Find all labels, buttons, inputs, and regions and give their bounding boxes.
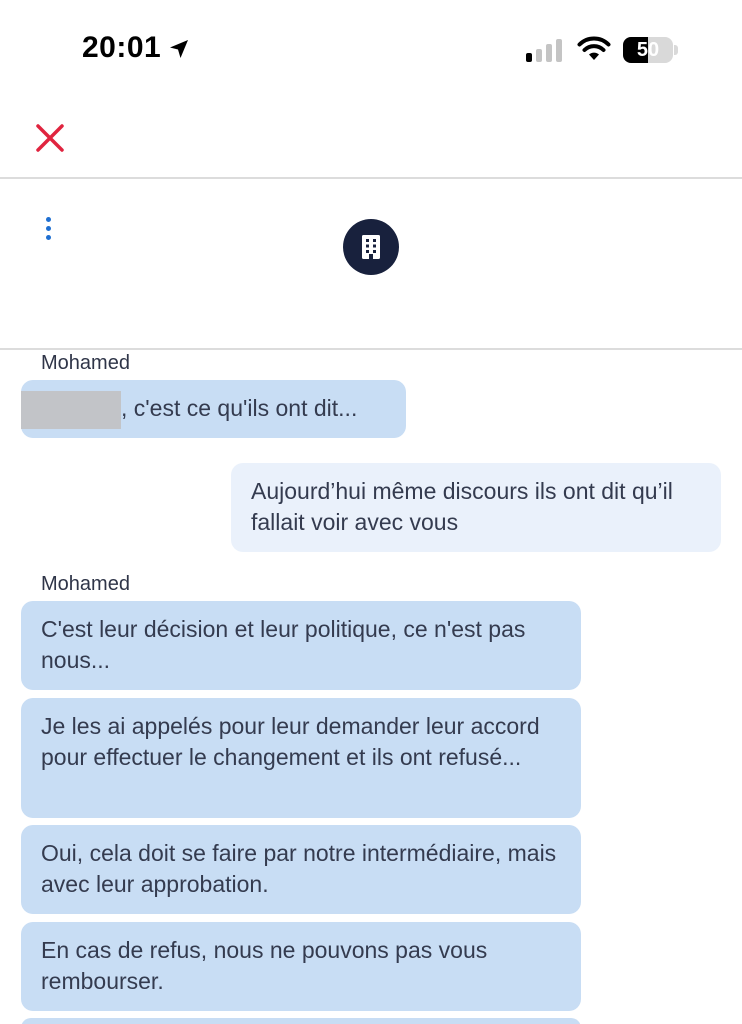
- close-x-icon: [36, 124, 64, 152]
- message-bubble-incoming[interactable]: C'est leur décision et leur politique, c…: [21, 601, 581, 690]
- message-text: Oui, cela doit se faire par notre interm…: [41, 840, 557, 897]
- message-bubble-outgoing[interactable]: Aujourd’hui même discours ils ont dit qu…: [231, 463, 721, 552]
- close-button[interactable]: [30, 118, 70, 158]
- status-time: 20:01: [82, 31, 162, 64]
- battery-percent: 50: [636, 38, 660, 61]
- message-bubble-incoming[interactable]: Oui, cela doit se faire par notre interm…: [21, 825, 581, 914]
- message-text: Je les ai appelés pour leur demander leu…: [41, 713, 540, 770]
- top-divider: [0, 177, 742, 179]
- wifi-icon: [577, 36, 611, 60]
- battery-tip: [674, 45, 678, 55]
- cellular-signal-icon: [526, 38, 562, 62]
- message-bubble-incoming[interactable]: , c'est ce qu'ils ont dit...: [21, 380, 406, 438]
- battery-icon: 50: [623, 37, 673, 63]
- status-clock: 20:01: [82, 31, 191, 65]
- location-arrow-icon: [170, 40, 189, 58]
- message-bubble-incoming[interactable]: Je les ai appelés pour leur demander leu…: [21, 698, 581, 818]
- message-sender: Mohamed: [41, 352, 130, 374]
- message-sender: Mohamed: [41, 573, 130, 595]
- message-text: En cas de refus, nous ne pouvons pas vou…: [41, 937, 488, 994]
- more-options-button[interactable]: [36, 208, 60, 248]
- message-bubble-incoming[interactable]: En cas de refus, nous ne pouvons pas vou…: [21, 922, 581, 1011]
- building-icon: [362, 235, 380, 259]
- status-bar: 20:01 50: [0, 0, 742, 100]
- company-avatar: [343, 219, 399, 275]
- message-text: Aujourd’hui même discours ils ont dit qu…: [251, 478, 673, 535]
- more-vertical-icon: [45, 216, 51, 222]
- message-bubble-incoming[interactable]: [21, 1018, 581, 1024]
- message-text: C'est leur décision et leur politique, c…: [41, 616, 526, 673]
- redacted-name: [21, 390, 121, 429]
- message-text: , c'est ce qu'ils ont dit...: [121, 395, 358, 421]
- header-divider: [0, 348, 742, 350]
